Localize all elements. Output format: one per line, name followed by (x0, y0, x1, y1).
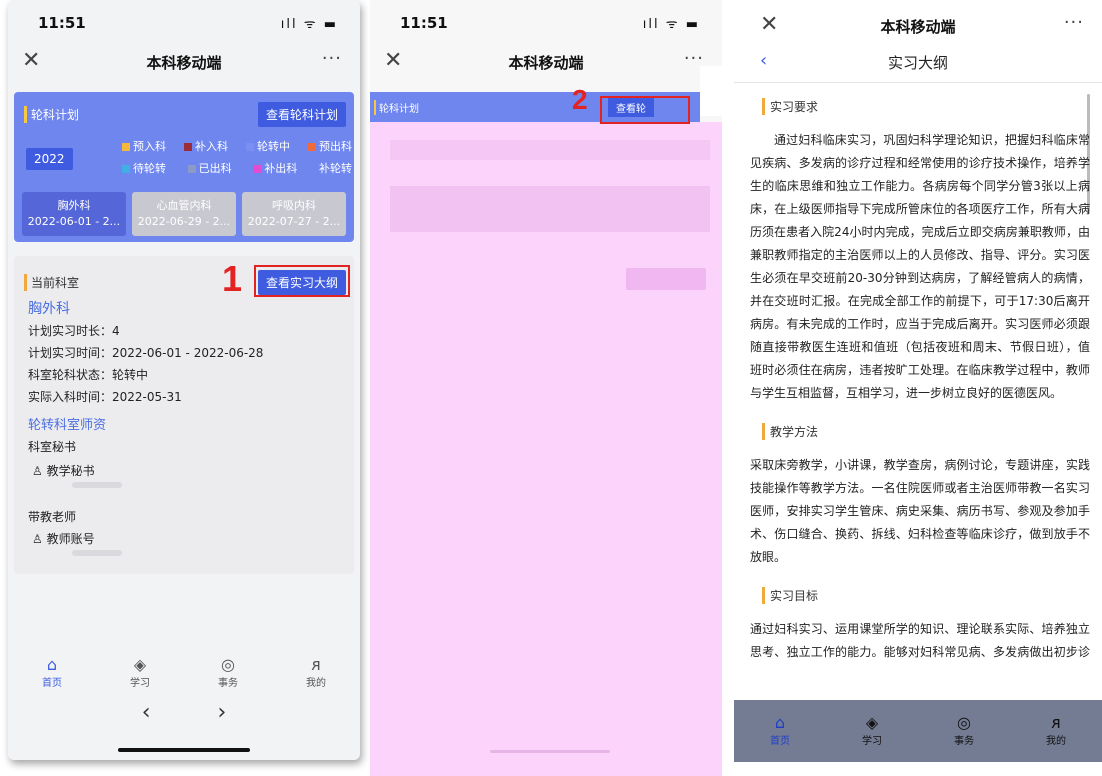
glitch-strip (626, 268, 706, 290)
phone-screen-glitched: 11:51 ıll ᯤ ▬ ✕ 本科移动端 ··· 轮科计划 查看轮 2 (370, 0, 722, 776)
home-icon: ⌂ (46, 655, 58, 674)
phone-screen-outline: ✕ 本科移动端 ··· ‹ 实习大纲 实习要求 通过妇科临床实习，巩固妇科学理论… (734, 0, 1102, 776)
legend-item: 补入科 (184, 138, 228, 154)
status-legend: 预入科 补入科 轮转中 预出科 待轮转 已出科 补出科 补轮转 (122, 138, 352, 182)
tab-row: ⌂ 首页 ◈ 学习 ◎ 事务 ᴙ 我的 (734, 713, 1102, 748)
rotation-plan-title: 轮科计划 (374, 100, 419, 115)
tab-affairs[interactable]: ◎ 事务 (193, 655, 263, 690)
app-title: 本科移动端 (880, 18, 956, 36)
legend-item: 预出科 (308, 138, 352, 154)
home-indicator (490, 750, 610, 753)
annotation-number: 2 (572, 84, 588, 115)
legend-item: 待轮转 (122, 160, 166, 176)
annotation-number: 1 (222, 258, 243, 299)
current-dept-title: 当前科室 (24, 274, 79, 291)
app-title: 本科移动端 (508, 54, 584, 72)
affairs-icon: ◎ (221, 655, 235, 674)
section-text: 通过妇科临床实习，巩固妇科学理论知识，把握妇科临床常见疾病、多发病的诊疗过程和经… (750, 133, 1090, 400)
person-icon: ♙ (32, 464, 43, 478)
nav-bar: ✕ 本科移动端 ··· (370, 44, 722, 80)
bottom-tab-bar: ⌂ 首页 ◈ 学习 ◎ 事务 ᴙ 我的 (8, 655, 360, 690)
home-icon: ⌂ (774, 713, 786, 732)
tab-home[interactable]: ⌂ 首页 (17, 655, 87, 690)
more-icon[interactable]: ··· (1064, 12, 1084, 33)
nav-bar: ✕ 本科移动端 ··· (734, 8, 1102, 44)
tab-mine[interactable]: ᴙ 我的 (281, 655, 351, 690)
home-indicator (118, 748, 250, 752)
bottom-tab-bar: ⌂ 首页 ◈ 学习 ◎ 事务 ᴙ 我的 (734, 700, 1102, 762)
rotation-plan-card: 轮科计划 查看轮科计划 2022 预入科 补入科 轮转中 预出科 待轮转 已出科… (14, 92, 354, 242)
tab-study[interactable]: ◈ 学习 (837, 713, 907, 748)
info-line: 计划实习时间：2022-06-01 - 2022-06-28 (28, 346, 264, 360)
current-dept-card: 当前科室 查看实习大纲 胸外科 计划实习时长：4 计划实习时间：2022-06-… (14, 256, 354, 574)
person-icon: ᴙ (1051, 713, 1061, 732)
legend-item: 已出科 (187, 160, 232, 176)
section-title: 实习要求 (762, 98, 1090, 115)
graduation-cap-icon: ◈ (865, 713, 879, 732)
person-icon: ᴙ (311, 655, 321, 674)
glitch-strip (390, 186, 710, 232)
nav-bar: ✕ 本科移动端 ··· (8, 44, 360, 80)
legend-item: 补轮转 (318, 162, 352, 175)
secretary-entry: ♙ 教学秘书 (32, 464, 95, 478)
system-status-icons: ıll ᯤ ▬ (642, 17, 700, 32)
teachers-section-title: 轮转科室师资 (28, 418, 107, 433)
teacher-entry: ♙ 教师账号 (32, 532, 95, 546)
teacher-label: 带教老师 (28, 510, 77, 524)
rotation-plan-title: 轮科计划 (24, 106, 79, 123)
year-selector[interactable]: 2022 (26, 148, 73, 170)
info-line: 科室轮科状态：轮转中 (28, 368, 149, 382)
screenshot-stage: 11:51 ıll ᯤ ▬ ✕ 本科移动端 ··· 轮科计划 查看轮科计划 20… (0, 0, 1102, 776)
phone-screen-home: 11:51 ıll ᯤ ▬ ✕ 本科移动端 ··· 轮科计划 查看轮科计划 20… (8, 0, 360, 760)
graduation-cap-icon: ◈ (133, 655, 147, 674)
section-text: 采取床旁教学，小讲课，教学查房，病例讨论，专题讲座，实践技能操作等教学方法。一名… (750, 458, 1090, 564)
tab-affairs[interactable]: ◎ 事务 (929, 713, 999, 748)
section-title: 实习目标 (762, 587, 1090, 604)
status-bar: 11:51 ıll ᯤ ▬ (8, 0, 360, 44)
person-icon: ♙ (32, 532, 43, 546)
section-text: 通过妇科实习、运用课堂所学的知识、理论联系实际、培养独立思考、独立工作的能力。能… (750, 622, 1090, 659)
redacted-text (72, 550, 122, 556)
current-dept-name: 胸外科 (28, 301, 70, 317)
dept-tile-thoracic[interactable]: 胸外科 2022-06-01 - 2... (22, 192, 126, 236)
forward-arrow-icon[interactable]: › (218, 700, 227, 725)
tab-home[interactable]: ⌂ 首页 (745, 713, 815, 748)
legend-item: 轮转中 (246, 138, 290, 154)
annotation-highlight-box (600, 96, 690, 124)
status-time: 11:51 (38, 14, 86, 32)
annotation-highlight-box (254, 265, 350, 297)
status-bar: 11:51 ıll ᯤ ▬ (370, 0, 722, 44)
legend-item: 预入科 (122, 138, 166, 154)
redacted-text (72, 482, 122, 488)
affairs-icon: ◎ (957, 713, 971, 732)
outline-content: 实习要求 通过妇科临床实习，巩固妇科学理论知识，把握妇科临床常见疾病、多发病的诊… (750, 90, 1090, 664)
browser-nav-bar: ‹ › (8, 700, 360, 725)
legend-item: 补出科 (253, 160, 297, 176)
info-line: 计划实习时长：4 (28, 324, 120, 338)
system-status-icons: ıll ᯤ ▬ (280, 17, 338, 32)
view-rotation-plan-button[interactable]: 查看轮科计划 (257, 102, 346, 127)
dept-tile-cardiology[interactable]: 心血管内科 2022-06-29 - 2... (132, 192, 236, 236)
back-arrow-icon[interactable]: ‹ (142, 700, 151, 725)
page-title: 实习大纲 (887, 54, 948, 72)
glitch-strip (390, 140, 710, 160)
render-glitch-area (700, 66, 722, 116)
dept-tile-respiratory[interactable]: 呼吸内科 2022-07-27 - 2... (242, 192, 346, 236)
tab-study[interactable]: ◈ 学习 (105, 655, 175, 690)
divider (734, 82, 1102, 83)
status-time: 11:51 (400, 14, 448, 32)
secretary-label: 科室秘书 (28, 440, 77, 454)
section-title: 教学方法 (762, 423, 1090, 440)
app-title: 本科移动端 (146, 54, 222, 72)
tab-mine[interactable]: ᴙ 我的 (1021, 713, 1091, 748)
more-icon[interactable]: ··· (322, 48, 342, 69)
info-line: 实际入科时间：2022-05-31 (28, 390, 182, 404)
